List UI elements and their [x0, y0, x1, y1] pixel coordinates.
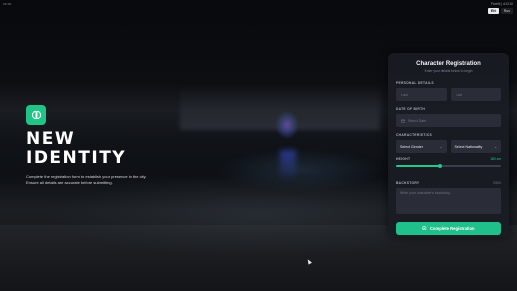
dob-label: DATE OF BIRTH — [396, 107, 426, 111]
dob-field[interactable]: Select Date — [396, 114, 501, 127]
hero-description: Complete the registration form to establ… — [26, 174, 147, 185]
hero-title: NEW IDENTITY — [26, 129, 127, 168]
language-toggle: EN Rus — [487, 8, 513, 14]
height-slider-handle[interactable] — [437, 163, 443, 168]
chevron-down-icon: ⌄ — [494, 144, 497, 149]
chevron-down-icon: ⌄ — [439, 144, 443, 149]
backstory-placeholder: Write your character's backstory... — [400, 190, 453, 195]
server-info: FiveM | #1210 — [490, 2, 513, 6]
registration-panel: Character Registration Enter your detail… — [388, 53, 509, 237]
first-name-field[interactable] — [396, 88, 447, 101]
last-name-field[interactable] — [450, 88, 501, 101]
lang-rus-button[interactable]: Rus — [500, 8, 513, 14]
nationality-select[interactable]: Select Nationality ⌄ — [450, 140, 501, 153]
calendar-icon — [401, 119, 405, 123]
lang-en-button[interactable]: EN — [487, 8, 499, 14]
dob-placeholder: Select Date — [408, 118, 427, 123]
submit-label: Complete Registration — [429, 225, 475, 231]
height-slider[interactable] — [396, 163, 501, 168]
gender-select[interactable]: Select Gender ⌄ — [396, 140, 447, 153]
personal-details-label: PERSONAL DETAILS — [396, 81, 434, 85]
nationality-select-value: Select Nationality — [454, 144, 483, 149]
height-label: HEIGHT — [396, 157, 411, 161]
top-right-info: FiveM | #1210 EN Rus — [487, 2, 513, 14]
panel-subtitle: Enter your details below to begin — [424, 69, 473, 73]
city-skyline — [180, 85, 380, 130]
last-name-input[interactable] — [455, 92, 496, 97]
first-name-input[interactable] — [401, 92, 442, 97]
panel-title: Character Registration — [416, 61, 481, 67]
corner-tag: 00:00 — [3, 2, 12, 6]
gender-select-value: Select Gender — [400, 144, 423, 149]
complete-registration-button[interactable]: Complete Registration — [396, 221, 501, 235]
water-reflection — [280, 150, 296, 180]
characteristics-label: CHARACTERISTICS — [396, 133, 433, 137]
backstory-counter: 0/500 — [493, 180, 501, 185]
brain-icon — [26, 105, 46, 125]
backstory-textarea[interactable]: Write your character's backstory... — [396, 187, 501, 214]
height-slider-fill — [396, 165, 441, 167]
height-value: 180 cm — [490, 157, 501, 161]
backstory-label: BACKSTORY — [396, 180, 420, 185]
check-circle-icon — [422, 225, 427, 231]
